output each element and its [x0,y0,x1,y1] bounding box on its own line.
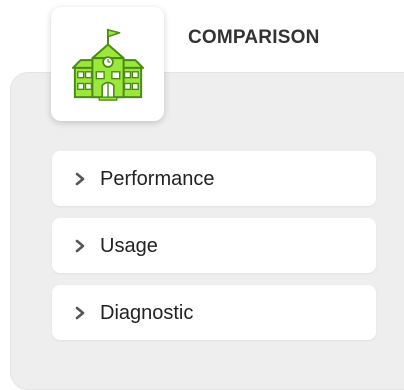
chevron-right-icon [74,239,86,253]
menu-item-diagnostic[interactable]: Diagnostic [52,285,376,340]
menu-item-usage[interactable]: Usage [52,218,376,273]
chevron-right-icon [74,172,86,186]
comparison-menu: Performance Usage Diagnostic [52,151,376,340]
menu-item-label: Diagnostic [100,301,194,324]
page-title: COMPARISON [188,27,320,48]
comparison-screen: COMPARISON Performance Usage Diagnostic [0,0,404,390]
menu-item-label: Performance [100,167,215,190]
menu-item-performance[interactable]: Performance [52,151,376,206]
school-icon [71,28,144,101]
chevron-right-icon [74,306,86,320]
menu-item-label: Usage [100,234,158,257]
school-icon-tile [51,7,164,121]
